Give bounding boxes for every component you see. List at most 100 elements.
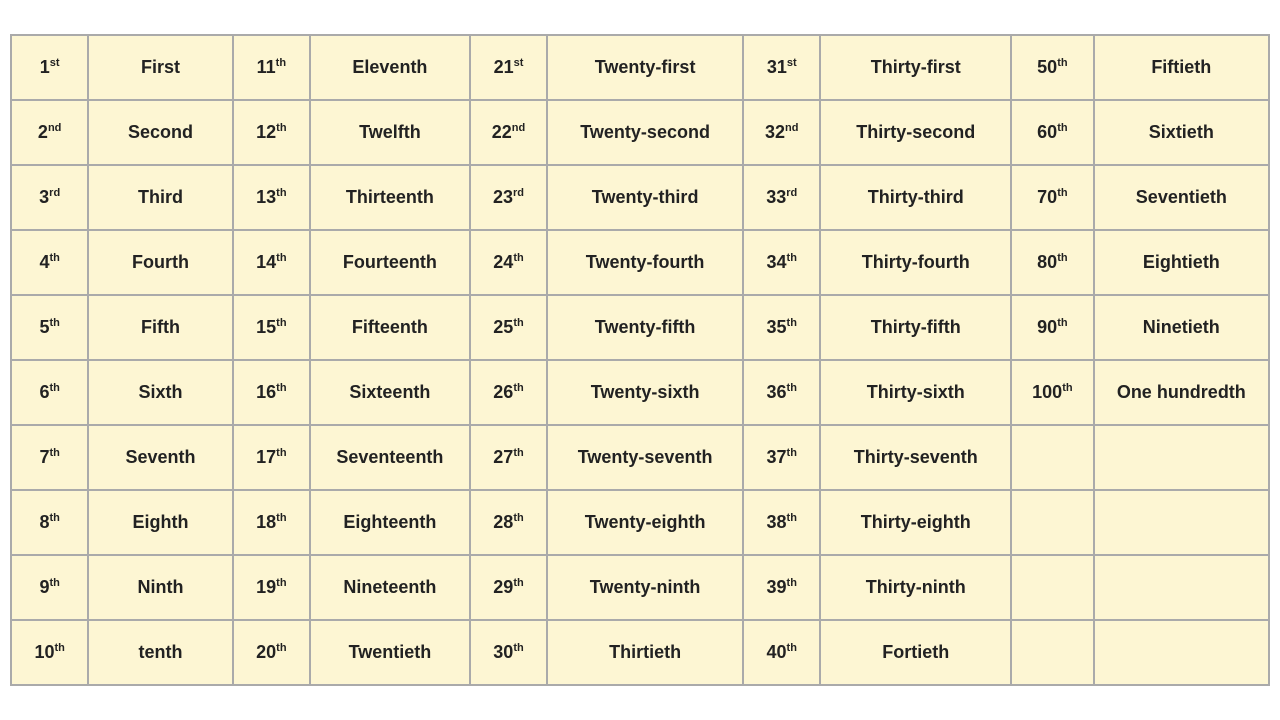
ordinal-word: Thirty-second bbox=[820, 100, 1011, 165]
ordinal-number: 19th bbox=[233, 555, 310, 620]
ordinal-number: 30th bbox=[470, 620, 547, 685]
ordinal-word: Sixtieth bbox=[1094, 100, 1269, 165]
ordinal-word: Twenty-first bbox=[547, 35, 743, 100]
ordinal-word bbox=[1094, 490, 1269, 555]
ordinal-word: Thirty-sixth bbox=[820, 360, 1011, 425]
ordinal-word: Seventieth bbox=[1094, 165, 1269, 230]
ordinal-number: 24th bbox=[470, 230, 547, 295]
ordinal-word: Ninetieth bbox=[1094, 295, 1269, 360]
ordinal-number: 90th bbox=[1011, 295, 1093, 360]
ordinal-number: 15th bbox=[233, 295, 310, 360]
ordinal-number: 5th bbox=[11, 295, 88, 360]
ordinal-word: First bbox=[88, 35, 232, 100]
ordinal-word bbox=[1094, 555, 1269, 620]
ordinal-number: 36th bbox=[743, 360, 820, 425]
ordinal-number: 29th bbox=[470, 555, 547, 620]
ordinal-number: 9th bbox=[11, 555, 88, 620]
ordinal-word bbox=[1094, 425, 1269, 490]
ordinal-number: 39th bbox=[743, 555, 820, 620]
ordinal-number: 34th bbox=[743, 230, 820, 295]
ordinals-table: 1stFirst11thEleventh21stTwenty-first31st… bbox=[10, 34, 1270, 686]
ordinal-number: 27th bbox=[470, 425, 547, 490]
ordinal-number: 23rd bbox=[470, 165, 547, 230]
ordinal-word: Third bbox=[88, 165, 232, 230]
ordinal-number: 28th bbox=[470, 490, 547, 555]
ordinal-word: Thirtieth bbox=[547, 620, 743, 685]
table-row: 6thSixth16thSixteenth26thTwenty-sixth36t… bbox=[11, 360, 1269, 425]
ordinal-word: Second bbox=[88, 100, 232, 165]
ordinal-number: 18th bbox=[233, 490, 310, 555]
ordinal-word: Eightieth bbox=[1094, 230, 1269, 295]
ordinal-number: 10th bbox=[11, 620, 88, 685]
ordinal-number bbox=[1011, 425, 1093, 490]
ordinal-number: 38th bbox=[743, 490, 820, 555]
ordinal-number: 3rd bbox=[11, 165, 88, 230]
ordinal-number bbox=[1011, 555, 1093, 620]
ordinal-number: 21st bbox=[470, 35, 547, 100]
ordinal-number: 35th bbox=[743, 295, 820, 360]
ordinal-number: 32nd bbox=[743, 100, 820, 165]
ordinal-number: 16th bbox=[233, 360, 310, 425]
ordinal-number: 6th bbox=[11, 360, 88, 425]
ordinal-word: Seventeenth bbox=[310, 425, 470, 490]
ordinal-number: 40th bbox=[743, 620, 820, 685]
ordinal-word: Thirty-seventh bbox=[820, 425, 1011, 490]
ordinal-word: Sixth bbox=[88, 360, 232, 425]
ordinal-word: Eleventh bbox=[310, 35, 470, 100]
ordinal-word: Nineteenth bbox=[310, 555, 470, 620]
ordinal-number: 17th bbox=[233, 425, 310, 490]
table-row: 4thFourth14thFourteenth24thTwenty-fourth… bbox=[11, 230, 1269, 295]
ordinal-number: 70th bbox=[1011, 165, 1093, 230]
ordinal-word: Thirty-fourth bbox=[820, 230, 1011, 295]
ordinal-number: 2nd bbox=[11, 100, 88, 165]
ordinal-word: Thirty-fifth bbox=[820, 295, 1011, 360]
ordinal-number: 7th bbox=[11, 425, 88, 490]
ordinal-word: Twenty-second bbox=[547, 100, 743, 165]
ordinal-number: 80th bbox=[1011, 230, 1093, 295]
ordinal-number: 37th bbox=[743, 425, 820, 490]
ordinal-number: 12th bbox=[233, 100, 310, 165]
ordinal-word: Fortieth bbox=[820, 620, 1011, 685]
ordinal-word: Twenty-eighth bbox=[547, 490, 743, 555]
ordinal-word: Fifteenth bbox=[310, 295, 470, 360]
ordinal-word: Fifth bbox=[88, 295, 232, 360]
ordinal-number: 33rd bbox=[743, 165, 820, 230]
table-row: 3rdThird13thThirteenth23rdTwenty-third33… bbox=[11, 165, 1269, 230]
table-row: 8thEighth18thEighteenth28thTwenty-eighth… bbox=[11, 490, 1269, 555]
ordinal-word: Twelfth bbox=[310, 100, 470, 165]
table-row: 5thFifth15thFifteenth25thTwenty-fifth35t… bbox=[11, 295, 1269, 360]
ordinal-word: Sixteenth bbox=[310, 360, 470, 425]
ordinal-number: 25th bbox=[470, 295, 547, 360]
ordinal-word: Twenty-ninth bbox=[547, 555, 743, 620]
ordinal-number: 22nd bbox=[470, 100, 547, 165]
ordinal-word: Thirteenth bbox=[310, 165, 470, 230]
ordinal-word: Fourth bbox=[88, 230, 232, 295]
ordinal-word: Twenty-sixth bbox=[547, 360, 743, 425]
ordinal-word: Twenty-fourth bbox=[547, 230, 743, 295]
ordinal-word bbox=[1094, 620, 1269, 685]
ordinals-table-wrapper: 1stFirst11thEleventh21stTwenty-first31st… bbox=[10, 34, 1270, 686]
ordinal-word: Thirty-first bbox=[820, 35, 1011, 100]
table-row: 10thtenth20thTwentieth30thThirtieth40thF… bbox=[11, 620, 1269, 685]
ordinal-number: 1st bbox=[11, 35, 88, 100]
ordinal-word: Thirty-ninth bbox=[820, 555, 1011, 620]
table-row: 9thNinth19thNineteenth29thTwenty-ninth39… bbox=[11, 555, 1269, 620]
ordinal-word: Twenty-fifth bbox=[547, 295, 743, 360]
ordinal-number: 50th bbox=[1011, 35, 1093, 100]
ordinal-number: 13th bbox=[233, 165, 310, 230]
ordinal-number: 31st bbox=[743, 35, 820, 100]
ordinal-word: Seventh bbox=[88, 425, 232, 490]
ordinal-word: Eighth bbox=[88, 490, 232, 555]
ordinal-word: Twentieth bbox=[310, 620, 470, 685]
ordinal-word: Fourteenth bbox=[310, 230, 470, 295]
ordinal-number: 11th bbox=[233, 35, 310, 100]
ordinal-number: 60th bbox=[1011, 100, 1093, 165]
ordinal-word: Eighteenth bbox=[310, 490, 470, 555]
ordinal-number: 26th bbox=[470, 360, 547, 425]
table-row: 2ndSecond12thTwelfth22ndTwenty-second32n… bbox=[11, 100, 1269, 165]
ordinal-word: Ninth bbox=[88, 555, 232, 620]
ordinal-word: Twenty-seventh bbox=[547, 425, 743, 490]
ordinal-number bbox=[1011, 620, 1093, 685]
ordinal-word: Thirty-third bbox=[820, 165, 1011, 230]
table-row: 7thSeventh17thSeventeenth27thTwenty-seve… bbox=[11, 425, 1269, 490]
